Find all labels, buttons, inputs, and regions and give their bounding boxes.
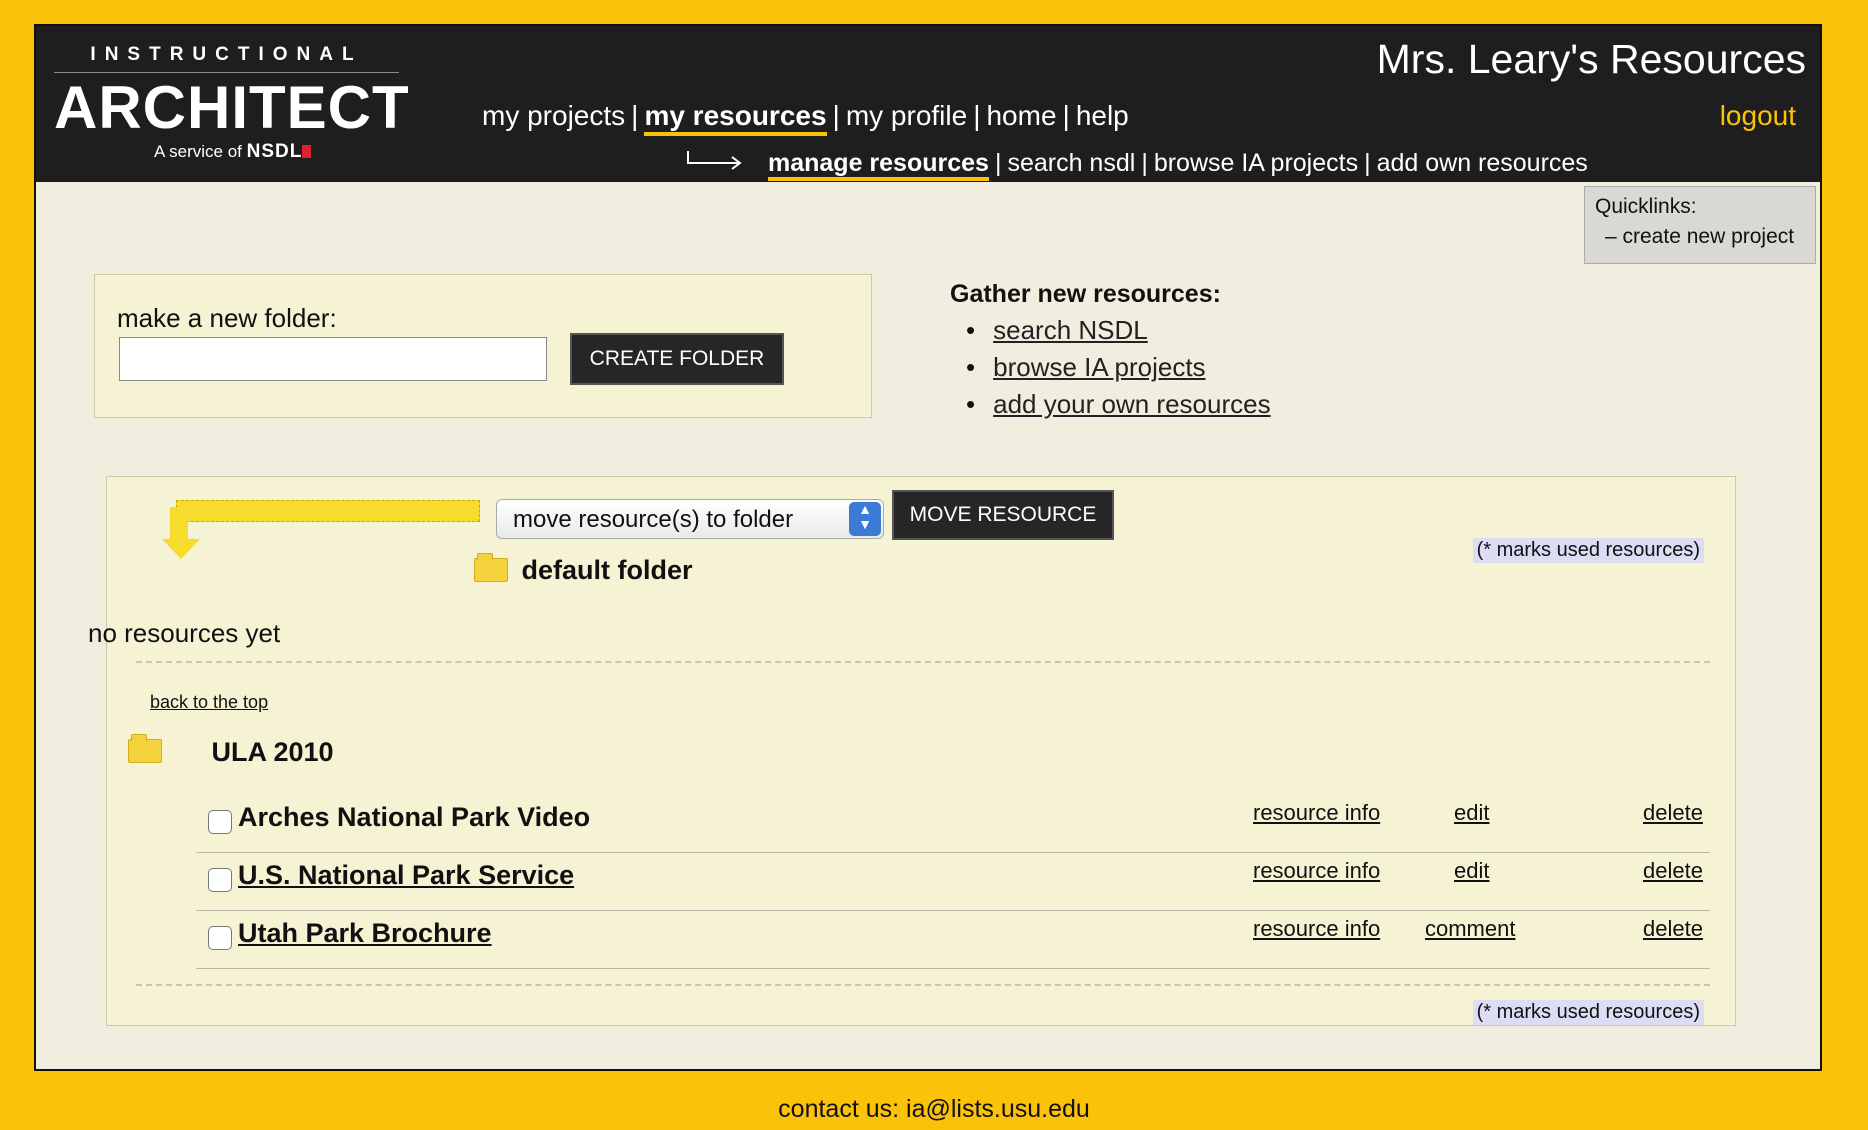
table-row: Arches National Park Video resource info… [196, 796, 1710, 853]
logo-sub-text: A service of [154, 142, 242, 161]
delete-link[interactable]: delete [1643, 800, 1703, 826]
subnav-arrow-icon [686, 149, 752, 178]
nav-separator: | [631, 100, 639, 131]
resource-checkbox[interactable] [208, 926, 232, 950]
move-folder-select-value: move resource(s) to folder [513, 506, 794, 533]
main-nav: my projects | my resources | my profile | home… [482, 100, 1129, 136]
resource-info-link[interactable]: resource info [1253, 916, 1380, 942]
resource-checkbox[interactable] [208, 868, 232, 892]
subnav-manage-resources[interactable]: manage resources [768, 149, 989, 181]
section-divider [136, 984, 1710, 986]
nav-separator: | [973, 100, 981, 131]
used-resources-note: (* marks used resources) [1472, 1000, 1704, 1025]
resource-title-link[interactable]: U.S. National Park Service [238, 860, 574, 891]
nav-my-projects[interactable]: my projects [482, 100, 625, 131]
yellow-arrow-bar [176, 500, 480, 522]
arrow-down-icon [162, 539, 200, 559]
footer-contact: contact us: ia@lists.usu.edu [778, 1095, 1090, 1123]
site-header: INSTRUCTIONAL ARCHITECT A service of NSD… [36, 26, 1820, 182]
resource-info-link[interactable]: resource info [1253, 800, 1380, 826]
nav-separator: | [832, 100, 840, 131]
nav-separator: | [1141, 149, 1148, 177]
gather-list: search NSDL browse IA projects add your … [993, 315, 1271, 420]
logout-link[interactable]: logout [1720, 100, 1796, 132]
folder-icon [474, 553, 508, 582]
nsdl-square-icon [302, 145, 312, 158]
list-item: search NSDL [993, 315, 1271, 346]
logo-main-text: ARCHITECT [54, 74, 410, 141]
delete-link[interactable]: delete [1643, 858, 1703, 884]
yellow-arrow-stem [170, 507, 188, 539]
used-resources-note: (* marks used resources) [1472, 538, 1704, 563]
subnav-browse-projects[interactable]: browse IA projects [1154, 149, 1358, 177]
comment-link[interactable]: comment [1425, 916, 1515, 942]
new-folder-panel: make a new folder: CREATE FOLDER [94, 274, 872, 418]
resource-info-link[interactable]: resource info [1253, 858, 1380, 884]
new-folder-input[interactable] [119, 337, 547, 381]
move-resource-button[interactable]: MOVE RESOURCE [892, 490, 1114, 540]
edit-link[interactable]: edit [1454, 800, 1489, 826]
page-title: Mrs. Leary's Resources [1376, 36, 1806, 82]
gather-search-nsdl-link[interactable]: search NSDL [993, 315, 1148, 345]
nav-my-resources[interactable]: my resources [644, 100, 827, 136]
nav-separator: | [994, 149, 1002, 177]
resource-checkbox[interactable] [208, 810, 232, 834]
ula-folder-name: ULA 2010 [211, 737, 334, 767]
new-folder-label: make a new folder: [117, 303, 337, 333]
table-row: Utah Park Brochure resource info comment… [196, 912, 1710, 969]
resource-title-link[interactable]: Utah Park Brochure [238, 918, 492, 949]
default-folder-name: default folder [521, 555, 693, 585]
nav-home[interactable]: home [986, 100, 1056, 131]
default-folder-heading: default folder [474, 553, 693, 586]
list-item: add your own resources [993, 389, 1270, 420]
logo-subtitle: A service of NSDL [154, 141, 414, 163]
sub-nav: manage resources | search nsdl | browse IA p… [686, 149, 1588, 181]
nsdl-text: NSDL [246, 141, 303, 162]
move-folder-select[interactable]: move resource(s) to folder ▲ ▼ [496, 499, 884, 539]
section-divider [136, 661, 1710, 663]
nsdl-logo: NSDL [247, 141, 312, 162]
quicklink-create-project[interactable]: – create new project [1605, 225, 1805, 249]
nav-help[interactable]: help [1076, 100, 1129, 131]
nav-my-profile[interactable]: my profile [846, 100, 967, 131]
gather-browse-projects-link[interactable]: browse IA projects [993, 352, 1205, 382]
gather-resources-panel: Gather new resources: search NSDL browse… [950, 280, 1271, 426]
list-item: browse IA projects [993, 352, 1271, 383]
select-stepper-icon: ▲ ▼ [849, 502, 881, 536]
nav-separator: | [1364, 149, 1371, 177]
create-folder-button[interactable]: CREATE FOLDER [570, 333, 784, 385]
table-row: U.S. National Park Service resource info… [196, 854, 1710, 911]
subnav-add-own-resources[interactable]: add own resources [1377, 149, 1588, 177]
nav-separator: | [1062, 100, 1070, 131]
gather-add-own-link[interactable]: add your own resources [993, 389, 1270, 419]
gather-title: Gather new resources: [950, 280, 1221, 308]
site-logo[interactable]: INSTRUCTIONAL ARCHITECT A service of NSD… [54, 44, 414, 163]
quicklinks-title: Quicklinks: [1595, 195, 1697, 218]
delete-link[interactable]: delete [1643, 916, 1703, 942]
edit-link[interactable]: edit [1454, 858, 1489, 884]
logo-top-text: INSTRUCTIONAL [54, 44, 399, 73]
resource-title: Arches National Park Video [238, 802, 591, 832]
ula-folder-heading: ULA 2010 [128, 734, 334, 768]
empty-folder-text: no resources yet [88, 618, 281, 648]
subnav-search-nsdl[interactable]: search nsdl [1007, 149, 1135, 177]
quicklinks-panel: Quicklinks: – create new project [1584, 186, 1816, 264]
back-to-top-link[interactable]: back to the top [150, 692, 268, 713]
folder-icon [128, 734, 162, 763]
